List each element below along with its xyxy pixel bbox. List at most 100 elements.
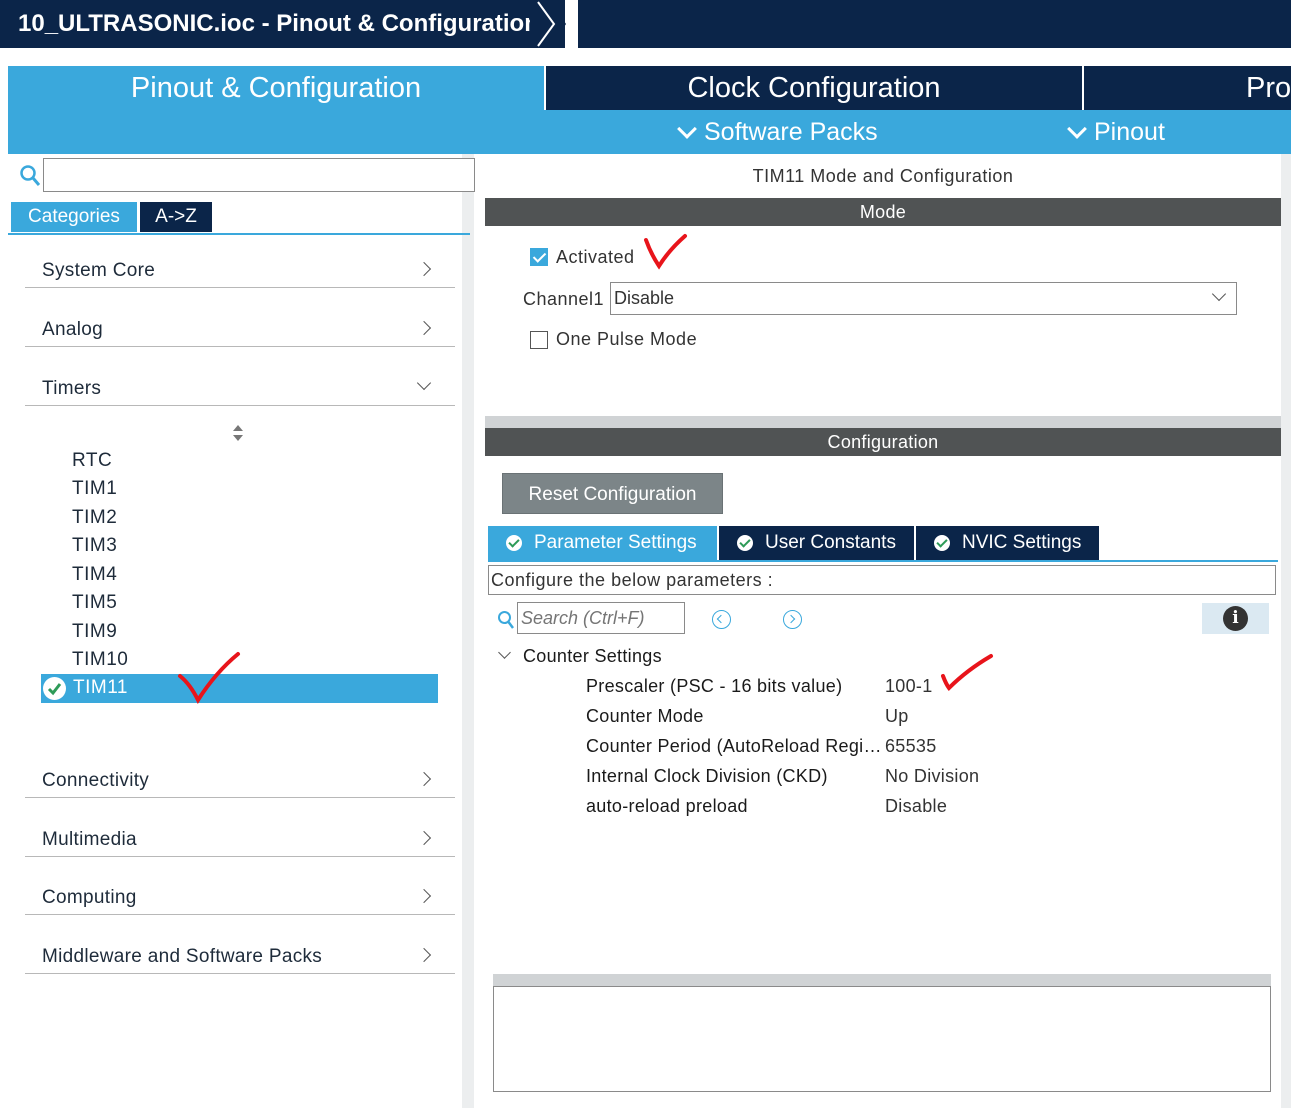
tab-categories[interactable]: Categories bbox=[11, 202, 137, 232]
previous-match-icon[interactable] bbox=[712, 610, 731, 629]
chevron-right-icon bbox=[416, 888, 432, 904]
red-checkmark-annotation bbox=[644, 234, 687, 270]
red-checkmark-annotation bbox=[941, 654, 993, 692]
mode-section-header: Mode bbox=[485, 198, 1281, 226]
timer-item-tim2[interactable]: TIM2 bbox=[72, 507, 117, 529]
breadcrumb-text: 10_ULTRASONIC.ioc - Pinout & Configurati… bbox=[18, 10, 539, 37]
check-circle-icon bbox=[506, 535, 522, 551]
configuration-section-header: Configuration bbox=[485, 428, 1281, 456]
param-counter-mode-value[interactable]: Up bbox=[885, 706, 909, 727]
tab-project-manager[interactable]: Pro bbox=[1082, 66, 1291, 110]
title-bar-fill bbox=[578, 0, 1291, 48]
tab-user-constants[interactable]: User Constants bbox=[719, 526, 914, 560]
section-divider bbox=[485, 416, 1281, 428]
parameters-header: Configure the below parameters : bbox=[488, 565, 1276, 595]
chevron-down-icon bbox=[1067, 119, 1087, 139]
parameter-description-box bbox=[493, 986, 1271, 1092]
category-label: Multimedia bbox=[42, 829, 137, 850]
param-counter-period-name: Counter Period (AutoReload Register - 16… bbox=[586, 736, 882, 756]
one-pulse-mode-checkbox[interactable] bbox=[530, 331, 548, 349]
one-pulse-mode-label: One Pulse Mode bbox=[556, 329, 698, 349]
app-window: 10_ULTRASONIC.ioc - Pinout & Configurati… bbox=[0, 0, 1291, 1108]
category-label: Timers bbox=[42, 378, 102, 399]
software-packs-label: Software Packs bbox=[704, 118, 878, 146]
param-prescaler-name: Prescaler (PSC - 16 bits value) bbox=[586, 676, 843, 696]
tab-a-z[interactable]: A->Z bbox=[140, 202, 212, 232]
chevron-right-icon bbox=[416, 947, 432, 963]
panel-title: TIM11 Mode and Configuration bbox=[752, 166, 1014, 186]
parameter-search-input[interactable] bbox=[517, 602, 685, 634]
param-clock-division-value[interactable]: No Division bbox=[885, 766, 979, 787]
param-counter-period-value[interactable]: 65535 bbox=[885, 736, 937, 757]
timer-item-tim3[interactable]: TIM3 bbox=[72, 535, 117, 557]
activated-checkbox[interactable] bbox=[530, 248, 548, 266]
chevron-down-icon[interactable] bbox=[498, 646, 511, 659]
search-icon bbox=[498, 611, 514, 629]
timer-label: TIM11 bbox=[73, 677, 128, 698]
tab-label: Parameter Settings bbox=[534, 532, 697, 553]
category-label: Middleware and Software Packs bbox=[42, 946, 323, 967]
chevron-right-icon bbox=[416, 320, 432, 336]
activated-label: Activated bbox=[556, 247, 635, 267]
category-computing[interactable]: Computing bbox=[25, 885, 455, 915]
param-auto-reload-value[interactable]: Disable bbox=[885, 796, 947, 817]
channel1-value: Disable bbox=[614, 288, 675, 308]
red-checkmark-annotation bbox=[178, 652, 240, 705]
category-analog[interactable]: Analog bbox=[25, 317, 455, 347]
title-bar: 10_ULTRASONIC.ioc - Pinout & Configurati… bbox=[0, 0, 1291, 48]
tab-clock-configuration[interactable]: Clock Configuration bbox=[544, 66, 1082, 110]
counter-settings-group[interactable]: Counter Settings bbox=[523, 646, 662, 667]
tab-label: NVIC Settings bbox=[962, 532, 1082, 553]
chevron-down-icon bbox=[677, 119, 697, 139]
timer-item-tim10[interactable]: TIM10 bbox=[72, 649, 128, 671]
categories-panel: Categories A->Z System Core Analog Timer… bbox=[8, 154, 475, 1108]
category-system-core[interactable]: System Core bbox=[25, 258, 455, 288]
chevron-down-icon bbox=[1211, 286, 1227, 302]
software-packs-menu[interactable]: Software Packs bbox=[677, 118, 878, 147]
reset-configuration-button[interactable]: Reset Configuration bbox=[502, 473, 723, 514]
category-label: System Core bbox=[42, 260, 156, 281]
param-prescaler-value[interactable]: 100-1 bbox=[885, 676, 933, 697]
category-label: Connectivity bbox=[42, 770, 150, 791]
next-match-icon[interactable] bbox=[783, 610, 802, 629]
info-button[interactable]: i bbox=[1202, 603, 1269, 634]
tab-parameter-settings[interactable]: Parameter Settings bbox=[488, 526, 717, 560]
vertical-scrollbar[interactable] bbox=[1281, 154, 1291, 1108]
mode-configuration-panel: TIM11 Mode and Configuration Mode Activa… bbox=[485, 154, 1281, 1108]
pinout-label: Pinout bbox=[1094, 118, 1165, 146]
category-timers[interactable]: Timers bbox=[25, 375, 455, 406]
main-tabs: Pinout & Configuration Clock Configurati… bbox=[8, 66, 1291, 110]
category-label: Computing bbox=[42, 887, 137, 908]
timer-item-tim1[interactable]: TIM1 bbox=[72, 478, 117, 500]
param-auto-reload-name: auto-reload preload bbox=[586, 796, 748, 816]
check-circle-icon bbox=[934, 535, 950, 551]
tabs-underline bbox=[488, 560, 1278, 562]
tab-label: User Constants bbox=[765, 532, 896, 553]
pinout-menu[interactable]: Pinout bbox=[1067, 118, 1165, 147]
sub-menu-bar: Software Packs Pinout bbox=[8, 110, 1291, 154]
info-icon: i bbox=[1223, 606, 1248, 631]
timer-item-tim4[interactable]: TIM4 bbox=[72, 564, 117, 586]
breadcrumb[interactable]: 10_ULTRASONIC.ioc - Pinout & Configurati… bbox=[0, 0, 565, 48]
tabs-underline bbox=[8, 233, 470, 235]
tab-nvic-settings[interactable]: NVIC Settings bbox=[916, 526, 1099, 560]
category-connectivity[interactable]: Connectivity bbox=[25, 768, 455, 798]
check-circle-icon bbox=[43, 677, 66, 700]
breadcrumb-separator-icon bbox=[530, 0, 566, 48]
description-divider bbox=[493, 974, 1271, 986]
channel1-select[interactable]: Disable bbox=[610, 282, 1237, 315]
sort-icon[interactable] bbox=[231, 424, 245, 442]
timer-item-tim9[interactable]: TIM9 bbox=[72, 621, 117, 643]
category-label: Analog bbox=[42, 319, 103, 340]
category-middleware[interactable]: Middleware and Software Packs bbox=[25, 944, 455, 974]
check-circle-icon bbox=[737, 535, 753, 551]
parameters-header-text: Configure the below parameters : bbox=[491, 570, 774, 590]
category-search-input[interactable] bbox=[43, 158, 475, 192]
category-multimedia[interactable]: Multimedia bbox=[25, 827, 455, 857]
param-clock-division-name: Internal Clock Division (CKD) bbox=[586, 766, 828, 786]
tab-pinout-configuration[interactable]: Pinout & Configuration bbox=[8, 66, 544, 110]
channel1-label: Channel1 bbox=[523, 289, 605, 309]
timer-item-tim5[interactable]: TIM5 bbox=[72, 592, 117, 614]
timer-item-rtc[interactable]: RTC bbox=[72, 450, 112, 472]
chevron-right-icon bbox=[416, 261, 432, 277]
